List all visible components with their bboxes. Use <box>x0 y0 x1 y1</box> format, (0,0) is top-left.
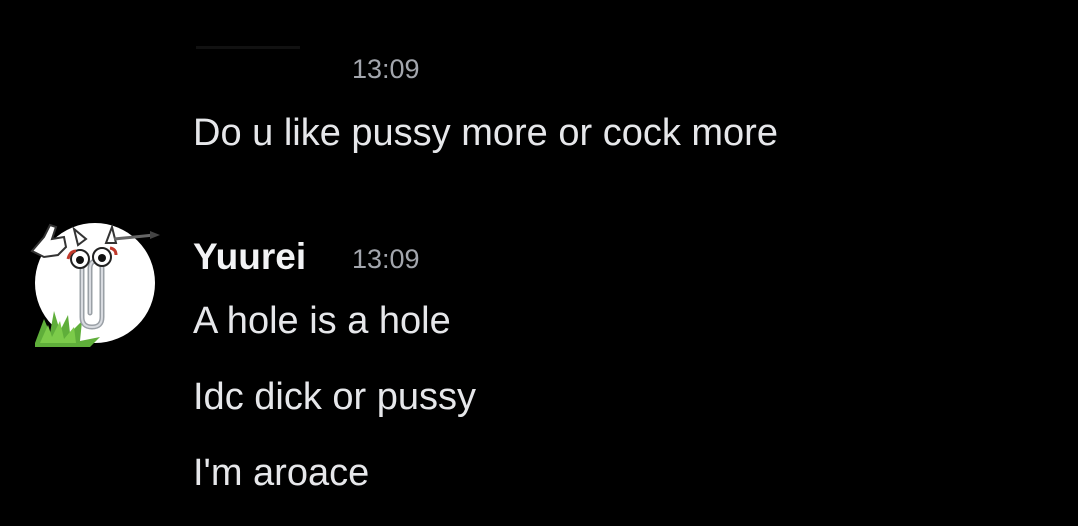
paperclip-mascot-icon <box>30 223 160 347</box>
chat-log: 13:09 Do u like pussy more or cock more <box>0 0 1078 526</box>
author-name[interactable]: Yuurei <box>193 238 306 275</box>
message-text[interactable]: Do u like pussy more or cock more <box>193 114 778 152</box>
message-timestamp[interactable]: 13:09 <box>352 246 420 273</box>
message-text[interactable]: Idc dick or pussy <box>193 378 476 416</box>
cropped-author-remnant <box>196 46 300 49</box>
message-text[interactable]: I'm aroace <box>193 454 369 492</box>
message-text[interactable]: A hole is a hole <box>193 302 451 340</box>
message-timestamp[interactable]: 13:09 <box>352 56 420 83</box>
avatar[interactable] <box>30 215 160 347</box>
